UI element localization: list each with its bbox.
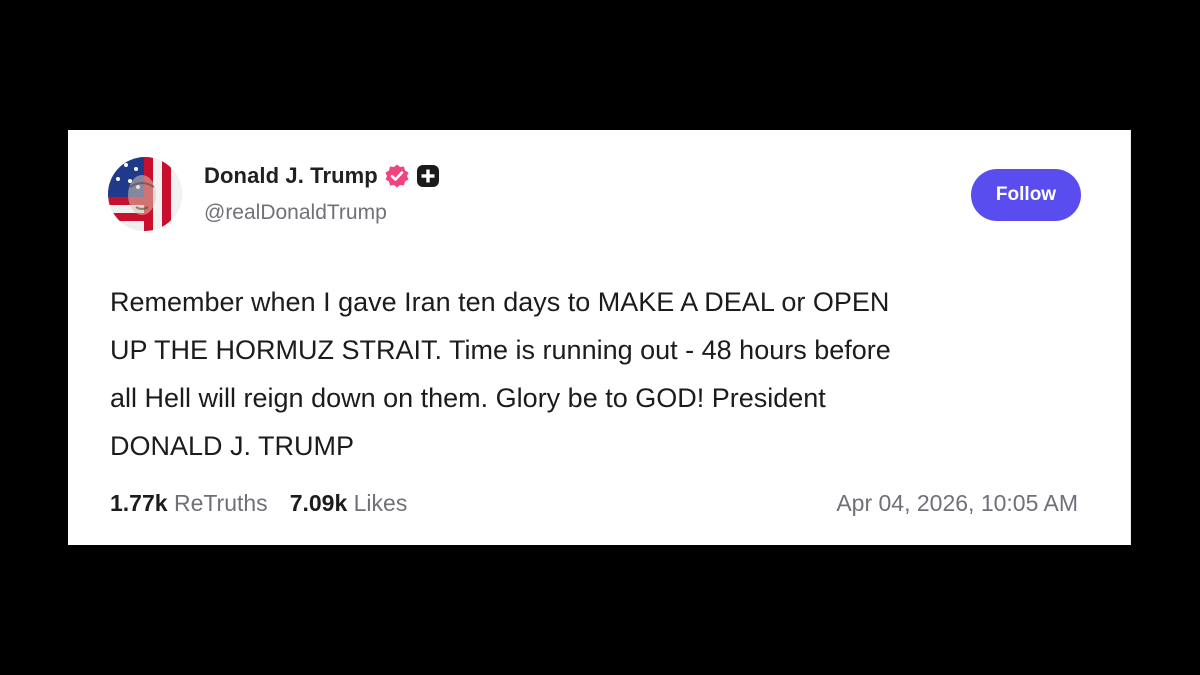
post-text-line: Remember when I gave Iran ten days to MA… [110,287,890,317]
post-text: Remember when I gave Iran ten days to MA… [110,278,1100,470]
plus-badge-icon [416,164,440,188]
verified-badge-icon [384,163,410,189]
likes-label: Likes [353,490,408,516]
post-text-line: DONALD J. TRUMP [110,431,355,461]
follow-button[interactable]: Follow [971,169,1081,221]
post-timestamp[interactable]: Apr 04, 2026, 10:05 AM [836,490,1078,517]
post-card: Donald J. Trump @realDonaldTrump Follow … [68,130,1131,545]
retruths-count: 1.77k [110,490,174,516]
retruths-stat[interactable]: 1.77k ReTruths [110,490,268,517]
retruths-label: ReTruths [173,490,268,516]
author-display-name[interactable]: Donald J. Trump [204,163,378,189]
likes-count: 7.09k [289,490,354,516]
post-stats: 1.77k ReTruths 7.09k Likes [110,490,407,517]
author-handle[interactable]: @realDonaldTrump [204,201,387,225]
author-name-row: Donald J. Trump [204,161,440,191]
avatar[interactable] [108,157,182,231]
likes-stat[interactable]: 7.09k Likes [290,490,408,517]
post-text-line: all Hell will reign down on them. Glory … [110,383,826,413]
avatar-image [108,157,182,231]
post-text-line: UP THE HORMUZ STRAIT. Time is running ou… [110,335,891,365]
